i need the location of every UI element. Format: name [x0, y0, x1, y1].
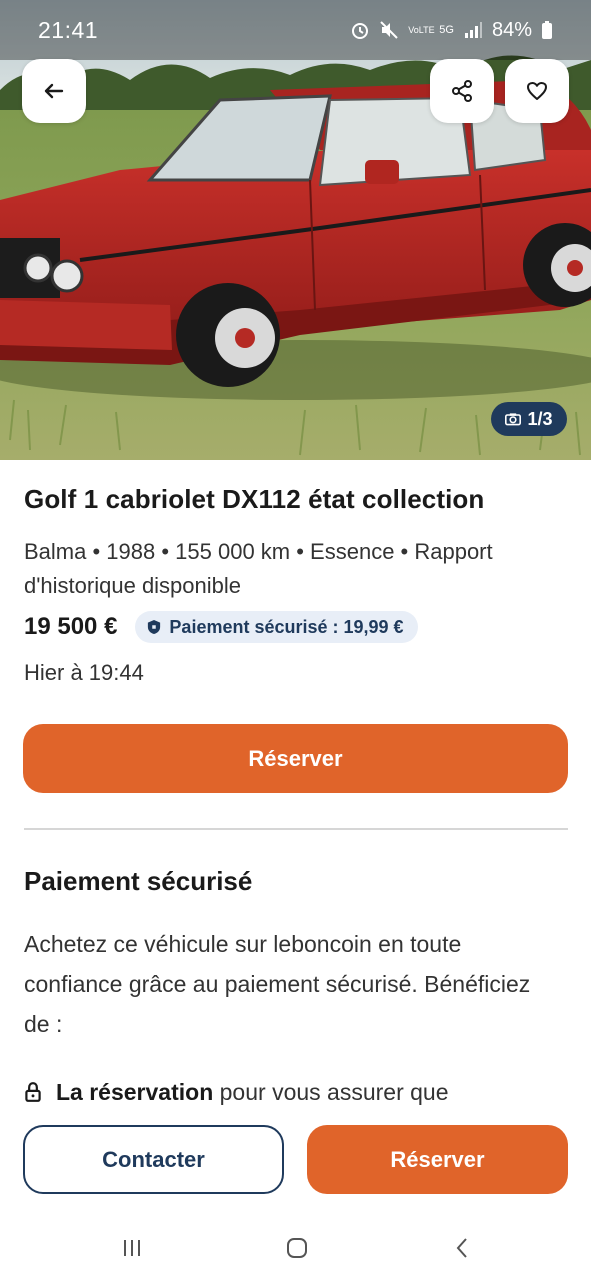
reserve-button[interactable]: Réserver: [23, 724, 568, 793]
status-time: 21:41: [38, 16, 99, 43]
chevron-left-icon: [456, 1238, 467, 1258]
back-arrow-icon: [44, 83, 64, 99]
photo-counter[interactable]: 1/3: [491, 402, 567, 436]
listing-photo[interactable]: [0, 0, 591, 460]
volte-indicator: VoLTE: [408, 24, 435, 35]
signal-icon: [464, 22, 482, 38]
listing-meta: Balma • 1988 • 155 000 km • Essence • Ra…: [24, 539, 493, 598]
share-icon: [452, 80, 472, 102]
feature-reservation: La réservation pour vous assurer que: [24, 1074, 584, 1110]
home-icon: [287, 1238, 307, 1258]
network-indicator: 5G: [439, 24, 454, 36]
status-bar: 21:41 VoLTE 5G 84%: [0, 0, 591, 60]
camera-icon: [505, 413, 522, 426]
share-button[interactable]: [430, 59, 494, 123]
secure-payment-label: Paiement sécurisé : 19,99 €: [169, 616, 404, 637]
secure-payment-badge: Paiement sécurisé : 19,99 €: [135, 611, 418, 643]
system-nav-bar: [0, 1216, 591, 1280]
recent-apps-button[interactable]: [112, 1232, 152, 1264]
reserve-button-label: Réserver: [248, 745, 343, 771]
system-back-button[interactable]: [443, 1232, 483, 1264]
shield-icon: [148, 620, 161, 634]
bottom-action-bar: Contacter Réserver: [0, 1106, 591, 1216]
secure-section-text: Achetez ce véhicule sur leboncoin en tou…: [24, 931, 531, 1037]
posted-date: Hier à 19:44: [24, 660, 144, 685]
contact-button[interactable]: Contacter: [23, 1125, 284, 1194]
alarm-icon: [352, 23, 369, 39]
car-photo: [0, 0, 591, 460]
mute-icon: [380, 21, 398, 39]
section-divider: [24, 828, 568, 830]
home-button[interactable]: [277, 1232, 317, 1264]
photo-counter-text: 1/3: [527, 408, 553, 429]
heart-icon: [527, 82, 547, 100]
back-button[interactable]: [22, 59, 86, 123]
listing-title: Golf 1 cabriolet DX112 état collection: [24, 484, 485, 514]
feature-bold-text: La réservation: [56, 1078, 214, 1105]
price-row: 19 500 € Paiement sécurisé : 19,99 €: [24, 611, 418, 643]
battery-percent: 84%: [491, 18, 532, 41]
listing-price: 19 500 €: [24, 613, 118, 640]
bottom-reserve-button-label: Réserver: [390, 1146, 485, 1172]
contact-button-label: Contacter: [102, 1146, 205, 1172]
secure-section-title: Paiement sécurisé: [24, 866, 253, 896]
bottom-reserve-button[interactable]: Réserver: [307, 1125, 568, 1194]
recent-apps-icon: [124, 1240, 140, 1256]
feature-rest-text: pour vous assurer que: [213, 1078, 449, 1105]
battery-icon: [542, 21, 552, 39]
lock-icon: [25, 1082, 41, 1102]
favorite-button[interactable]: [505, 59, 569, 123]
